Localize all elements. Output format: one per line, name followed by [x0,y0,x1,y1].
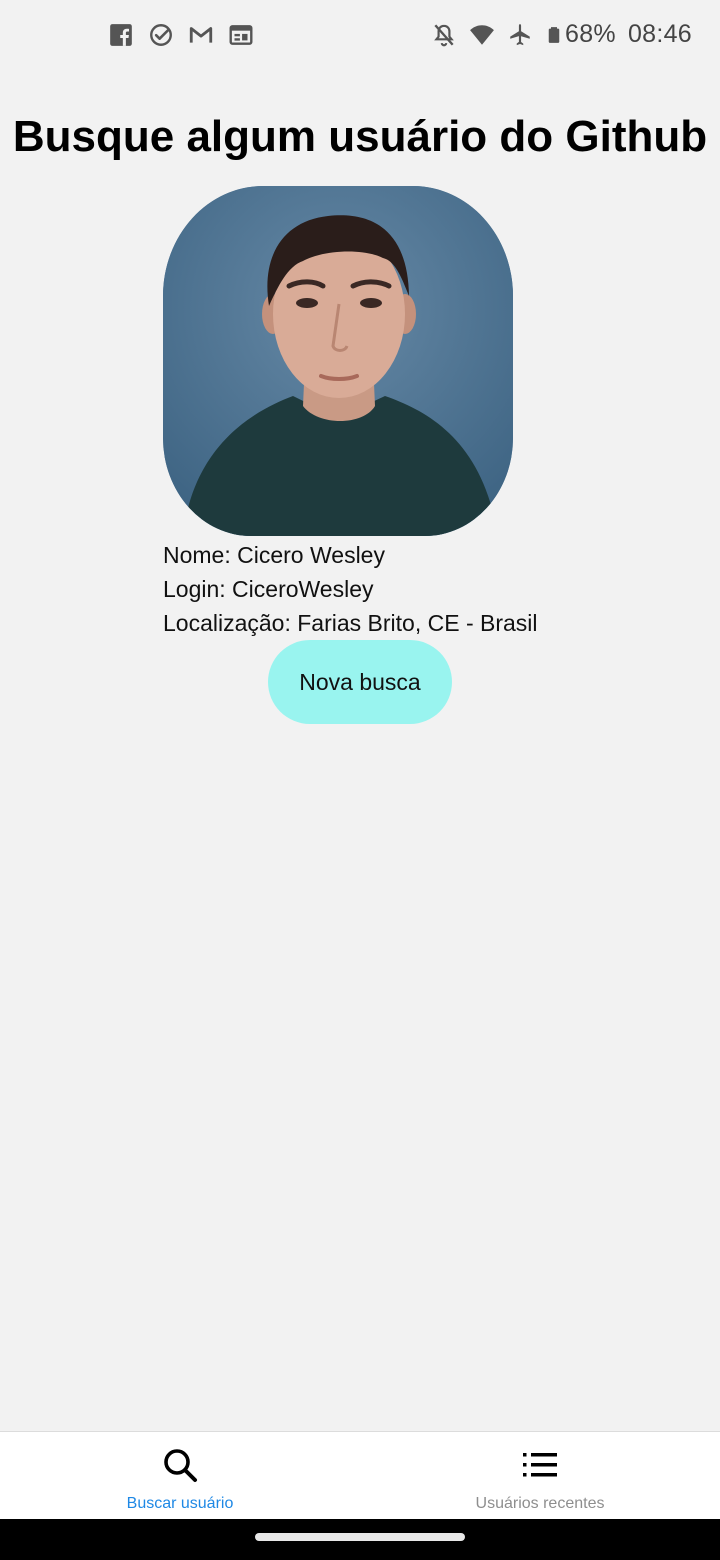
status-system-icons: 68% 08:46 [431,20,692,49]
tab-buscar-usuario[interactable]: Buscar usuário [0,1432,360,1520]
status-notification-icons [108,22,254,48]
home-gesture-handle[interactable] [255,1533,465,1541]
tab-usuarios-recentes[interactable]: Usuários recentes [360,1432,720,1520]
airplane-mode-icon [510,23,530,45]
new-search-button[interactable]: Nova busca [268,640,452,724]
bottom-navigation: Buscar usuário Usuários recentes [0,1431,720,1520]
calendar-icon [229,25,253,45]
app-screen: 68% 08:46 Busque algum usuário do Github [0,0,720,1560]
user-login: Login: CiceroWesley [163,576,374,602]
page-title: Busque algum usuário do Github [12,112,708,161]
gesture-navigation-bar [0,1519,720,1560]
battery-indicator: 68% [545,20,616,49]
user-location: Localização: Farias Brito, CE - Brasil [163,610,538,636]
user-name: Nome: Cicero Wesley [163,542,385,568]
status-bar: 68% 08:46 [0,0,720,72]
user-avatar-photo [163,186,513,536]
gmail-icon [189,27,213,43]
tab-usuarios-recentes-label: Usuários recentes [475,1495,605,1512]
wifi-icon [470,24,494,45]
user-avatar [163,186,513,536]
facebook-icon [110,24,132,46]
check-circle-icon [150,24,172,46]
search-icon [164,1449,197,1482]
list-icon [523,1453,557,1477]
battery-percentage: 68% [565,20,616,48]
battery-icon [548,26,560,43]
user-info: Nome: Cicero Wesley Login: CiceroWesley … [163,538,538,640]
notifications-off-icon [434,23,454,46]
tab-buscar-usuario-label: Buscar usuário [126,1495,234,1512]
status-time: 08:46 [627,20,692,48]
